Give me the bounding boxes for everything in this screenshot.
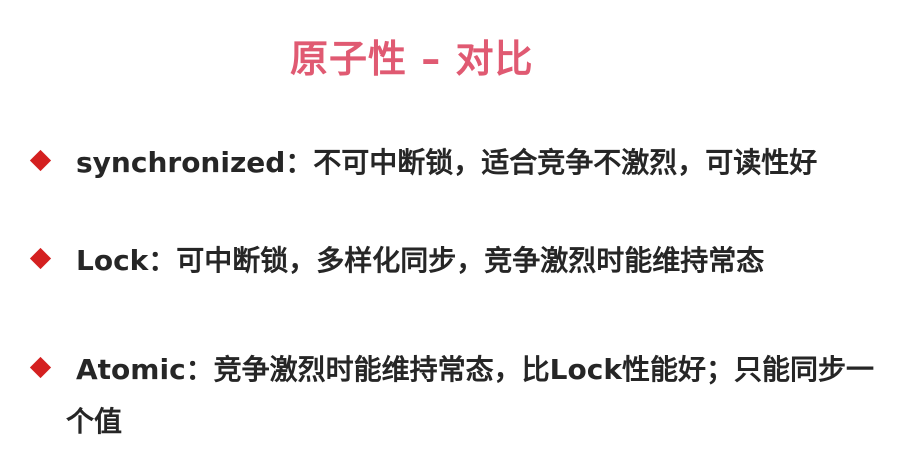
bullet-text: Lock：可中断锁，多样化同步，竞争激烈时能维持常态: [76, 244, 765, 277]
bullet-text-continuation: 个值: [66, 405, 123, 438]
diamond-bullet-icon: [29, 149, 52, 172]
slide: 原子性 – 对比 synchronized：不可中断锁，适合竞争不激烈，可读性好…: [0, 0, 914, 456]
diamond-bullet-icon: [29, 247, 52, 270]
diamond-bullet-icon: [29, 356, 52, 379]
bullet-text: synchronized：不可中断锁，适合竞争不激烈，可读性好: [76, 146, 818, 179]
slide-title: 原子性 – 对比: [290, 37, 534, 81]
bullet-text: Atomic：竞争激烈时能维持常态，比Lock性能好；只能同步一: [76, 353, 874, 386]
